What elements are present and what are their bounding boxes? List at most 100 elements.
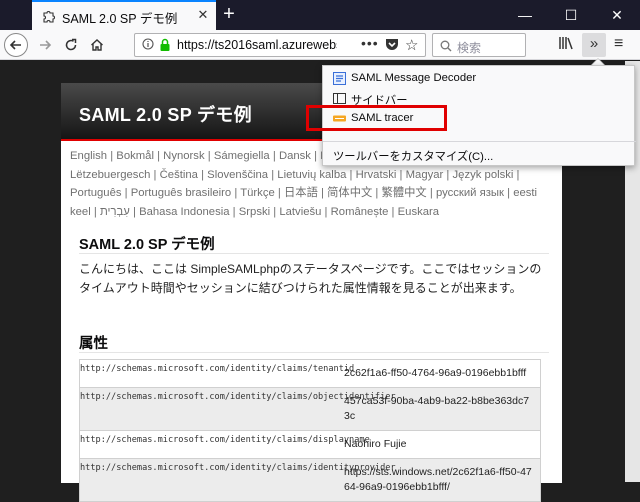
reload-button[interactable]: [60, 34, 82, 56]
divider: [79, 253, 549, 254]
language-link[interactable]: 日本語: [284, 187, 318, 199]
panel-item-label: SAML Message Decoder: [351, 72, 477, 84]
tab-title: SAML 2.0 SP デモ例: [62, 12, 178, 26]
panel-item-label: SAML tracer: [351, 112, 414, 124]
language-link[interactable]: עִבְרִית: [100, 206, 130, 218]
overflow-menu-button[interactable]: »: [582, 33, 606, 57]
language-link[interactable]: Srpski: [239, 206, 270, 218]
attribute-value: Naohiro Fujie: [344, 438, 407, 450]
tab-close-icon[interactable]: ✕: [195, 7, 211, 23]
language-link[interactable]: Português brasileiro: [131, 187, 231, 199]
language-link[interactable]: Bahasa Indonesia: [139, 206, 229, 218]
language-separator: |: [150, 168, 160, 181]
language-link[interactable]: Latviešu: [279, 206, 321, 218]
new-tab-button[interactable]: +: [218, 4, 240, 26]
navigation-toolbar: https://ts2016saml.azurewebsite ••• ☆ 検索…: [0, 30, 640, 60]
page-header-title: SAML 2.0 SP デモ例: [79, 105, 252, 125]
language-separator: |: [274, 187, 284, 199]
language-link[interactable]: Hrvatski: [356, 169, 397, 181]
panel-item-label: ツールバーをカスタマイズ(C)...: [333, 151, 494, 163]
language-link[interactable]: Português: [70, 187, 122, 199]
language-separator: |: [107, 150, 117, 162]
language-link[interactable]: Nynorsk: [163, 150, 204, 162]
language-link[interactable]: Türkçe: [240, 187, 275, 199]
minimize-icon: —: [518, 7, 532, 23]
home-button[interactable]: [86, 34, 108, 56]
puzzle-icon: [43, 11, 55, 23]
language-link[interactable]: Românește: [331, 206, 389, 218]
language-separator: |: [388, 205, 398, 218]
library-icon[interactable]: [558, 36, 574, 53]
language-separator: |: [90, 205, 100, 218]
attribute-name: http://schemas.microsoft.com/identity/cl…: [80, 463, 396, 473]
table-row: http://schemas.microsoft.com/identity/cl…: [80, 459, 540, 502]
language-separator: |: [270, 205, 280, 218]
search-placeholder: 検索: [457, 41, 482, 55]
language-separator: |: [321, 205, 331, 218]
language-link[interactable]: Język polski: [453, 169, 514, 181]
maximize-button[interactable]: ☐: [548, 0, 594, 30]
language-link[interactable]: English: [70, 150, 107, 162]
attributes-table: http://schemas.microsoft.com/identity/cl…: [79, 359, 541, 502]
saml-tracer-icon: [333, 115, 346, 122]
attribute-value: 457ca53f-90ba-4ab9-ba22-b8be363dc73c: [344, 395, 530, 422]
table-row: http://schemas.microsoft.com/identity/cl…: [80, 360, 540, 388]
language-separator: |: [503, 187, 514, 199]
url-bar[interactable]: https://ts2016saml.azurewebsite ••• ☆: [134, 33, 426, 57]
language-separator: |: [513, 168, 520, 181]
language-link[interactable]: Euskara: [398, 206, 439, 218]
language-separator: |: [310, 150, 321, 162]
language-link[interactable]: 繁體中文: [382, 187, 427, 199]
saml-decoder-icon: [333, 72, 346, 85]
page-heading: SAML 2.0 SP デモ例: [79, 237, 215, 253]
back-button[interactable]: [4, 33, 28, 57]
close-icon: ✕: [611, 7, 623, 23]
language-link[interactable]: Magyar: [406, 169, 444, 181]
customize-toolbar-item[interactable]: ツールバーをカスタマイズ(C)...: [323, 145, 636, 165]
language-link[interactable]: Sámegiella: [214, 150, 270, 162]
url-text[interactable]: https://ts2016saml.azurewebsite: [177, 38, 337, 52]
bookmark-star-icon[interactable]: ☆: [405, 36, 418, 54]
language-link[interactable]: Bokmål: [116, 150, 154, 162]
attribute-name: http://schemas.microsoft.com/identity/cl…: [80, 435, 370, 445]
language-link[interactable]: русский язык: [436, 187, 504, 199]
attribute-value: 2c62f1a6-ff50-4764-96a9-0196ebb1bfff: [344, 367, 527, 379]
language-separator: |: [121, 187, 131, 199]
search-box[interactable]: 検索: [432, 33, 526, 57]
hamburger-menu-icon[interactable]: ≡: [614, 35, 623, 53]
info-icon[interactable]: [142, 38, 154, 53]
pocket-icon[interactable]: [385, 38, 399, 56]
language-separator: |: [426, 187, 436, 199]
maximize-icon: ☐: [564, 7, 578, 23]
panel-item-sidebar[interactable]: サイドバー: [323, 89, 636, 109]
page-actions-icon[interactable]: •••: [361, 35, 379, 51]
tab-active[interactable]: SAML 2.0 SP デモ例 ✕: [32, 0, 216, 30]
language-separator: |: [372, 187, 382, 199]
language-separator: |: [396, 168, 406, 181]
minimize-button[interactable]: —: [502, 0, 548, 30]
language-link[interactable]: Lietuvių kalba: [277, 169, 346, 181]
language-link[interactable]: Slovenščina: [207, 169, 268, 181]
panel-item-saml-message-decoder[interactable]: SAML Message Decoder: [323, 69, 636, 89]
panel-item-label: サイドバー: [351, 95, 408, 107]
language-separator: |: [443, 168, 453, 181]
panel-item-saml-tracer[interactable]: SAML tracer: [323, 109, 636, 129]
reload-icon: [65, 38, 77, 51]
lock-icon[interactable]: [159, 38, 171, 57]
language-link[interactable]: Lëtzebuergesch: [70, 169, 150, 181]
window-close-button[interactable]: ✕: [594, 0, 640, 30]
tab-strip: SAML 2.0 SP デモ例 ✕ + — ☐ ✕: [0, 0, 640, 30]
language-separator: |: [129, 205, 140, 218]
language-separator: |: [317, 187, 328, 199]
home-icon: [91, 39, 103, 51]
forward-button[interactable]: [34, 34, 56, 56]
table-row: http://schemas.microsoft.com/identity/cl…: [80, 388, 540, 431]
attribute-name: http://schemas.microsoft.com/identity/cl…: [80, 364, 355, 374]
attributes-heading: 属性: [79, 336, 108, 352]
language-link[interactable]: Čeština: [160, 169, 198, 181]
language-separator: |: [268, 168, 278, 181]
language-link[interactable]: Dansk: [279, 150, 311, 162]
language-separator: |: [346, 168, 356, 181]
language-link[interactable]: 简体中文: [327, 187, 372, 199]
language-separator: |: [197, 168, 208, 181]
